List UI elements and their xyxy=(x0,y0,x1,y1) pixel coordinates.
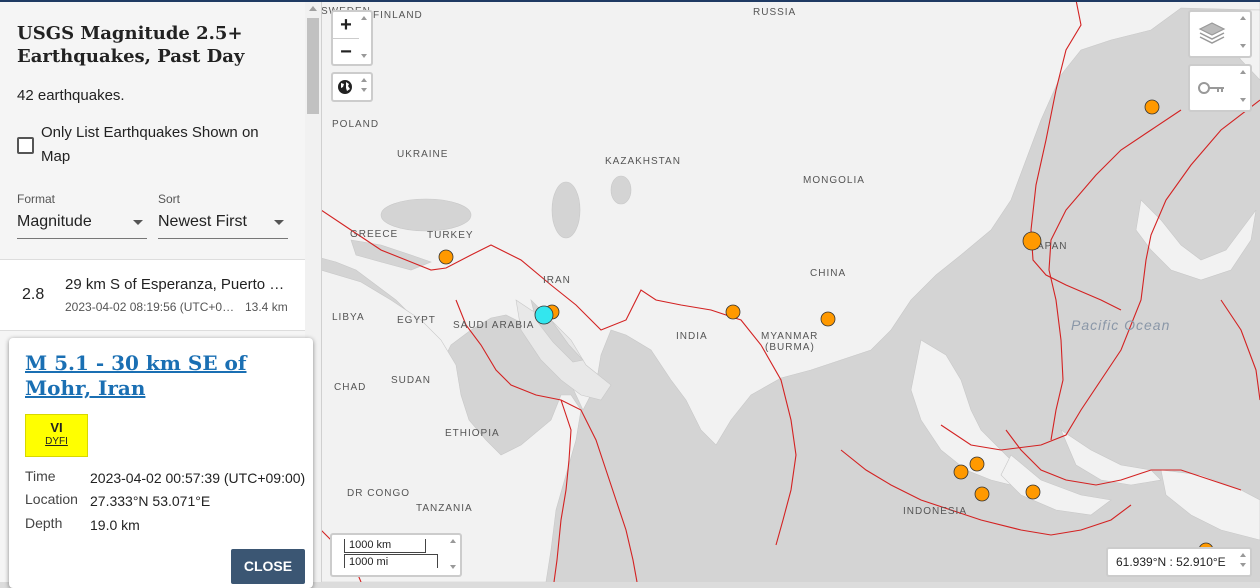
label-chad: CHAD xyxy=(334,382,366,393)
list-item[interactable]: 2.8 29 km S of Esperanza, Puerto Rico 20… xyxy=(0,260,305,331)
depth-label: Depth xyxy=(25,515,63,531)
globe-icon[interactable] xyxy=(337,79,353,95)
scale-mi: 1000 mi xyxy=(344,554,438,568)
only-shown-label[interactable]: Only List Earthquakes Shown on Map xyxy=(41,121,291,169)
scroll-down-icon[interactable] xyxy=(1240,98,1246,102)
label-turkey: TURKEY xyxy=(427,230,474,241)
format-label: Format xyxy=(17,192,56,206)
map-view[interactable]: SWEDEN FINLAND RUSSIA POLAND UKRAINE KAZ… xyxy=(321,0,1260,582)
label-china: CHINA xyxy=(810,268,846,279)
popup-title-link[interactable]: M 5.1 - 30 km SE of Mohr, Iran xyxy=(25,351,295,401)
quake-marker[interactable] xyxy=(1022,231,1042,251)
time-label: Time xyxy=(25,468,56,484)
quake-marker[interactable] xyxy=(969,456,985,472)
time-value: 2023-04-02 00:57:39 (UTC+09:00) xyxy=(90,470,306,486)
label-burma: (BURMA) xyxy=(765,342,815,353)
globe-scrollbar[interactable] xyxy=(359,74,369,100)
scale-scrollbar[interactable] xyxy=(448,535,458,575)
scroll-up-icon[interactable] xyxy=(361,16,367,20)
scroll-up-icon[interactable] xyxy=(1240,70,1246,74)
zoom-control: + − xyxy=(331,10,373,66)
globe-control[interactable] xyxy=(331,72,373,102)
coordinates-value: 61.939°N : 52.910°E xyxy=(1116,555,1226,569)
label-sudan: SUDAN xyxy=(391,375,431,386)
label-mongolia: MONGOLIA xyxy=(803,175,865,186)
quake-marker[interactable] xyxy=(1025,484,1041,500)
scroll-down-icon[interactable] xyxy=(1240,563,1246,567)
sort-label: Sort xyxy=(158,192,181,206)
label-tanzania: TANZANIA xyxy=(416,503,473,514)
zoom-out-button[interactable]: − xyxy=(333,39,359,65)
scroll-down-icon[interactable] xyxy=(361,88,367,92)
scroll-up-icon[interactable] xyxy=(1240,16,1246,20)
layers-scrollbar[interactable] xyxy=(1238,12,1248,56)
sort-value: Newest First xyxy=(158,213,247,230)
scroll-up-icon[interactable] xyxy=(450,539,456,543)
list-item-magnitude: 2.8 xyxy=(22,286,45,303)
format-value: Magnitude xyxy=(17,213,92,230)
scroll-down-icon[interactable] xyxy=(450,565,456,569)
map-canvas[interactable]: SWEDEN FINLAND RUSSIA POLAND UKRAINE KAZ… xyxy=(321,0,1260,582)
quake-marker-selected[interactable] xyxy=(534,305,554,325)
label-kazakhstan: KAZAKHSTAN xyxy=(605,156,681,167)
label-ukraine: UKRAINE xyxy=(397,149,448,160)
format-select[interactable]: Magnitude xyxy=(17,208,147,239)
key-icon[interactable] xyxy=(1198,80,1226,96)
legend-scrollbar[interactable] xyxy=(1238,66,1248,110)
scroll-down-icon[interactable] xyxy=(361,54,367,58)
scroll-down-icon[interactable] xyxy=(1240,44,1246,48)
coord-scrollbar[interactable] xyxy=(1238,549,1248,575)
scale-km: 1000 km xyxy=(344,539,426,553)
list-item-time: 2023-04-02 08:19:56 (UTC+09:00) xyxy=(65,300,235,314)
chevron-down-icon xyxy=(274,220,284,225)
dyfi-label[interactable]: DYFI xyxy=(26,436,87,447)
label-india: INDIA xyxy=(676,331,708,342)
layers-icon[interactable] xyxy=(1198,21,1226,47)
label-iran: IRAN xyxy=(543,275,571,286)
label-dr-congo: DR CONGO xyxy=(347,488,410,499)
scroll-up-icon[interactable] xyxy=(1240,553,1246,557)
only-shown-checkbox[interactable] xyxy=(17,137,34,154)
layers-control[interactable] xyxy=(1188,10,1252,58)
label-indonesia: INDONESIA xyxy=(903,506,967,517)
chevron-down-icon xyxy=(133,220,143,225)
label-ethiopia: ETHIOPIA xyxy=(445,428,500,439)
quake-marker[interactable] xyxy=(438,249,454,265)
label-myanmar: MYANMAR xyxy=(761,331,818,342)
label-poland: POLAND xyxy=(332,119,379,130)
scroll-up-icon[interactable] xyxy=(361,78,367,82)
label-libya: LIBYA xyxy=(332,312,365,323)
sort-select[interactable]: Newest First xyxy=(158,208,288,239)
earthquake-popup: M 5.1 - 30 km SE of Mohr, Iran VI DYFI T… xyxy=(9,338,313,588)
panel-title: USGS Magnitude 2.5+ Earthquakes, Past Da… xyxy=(17,23,245,67)
location-label: Location xyxy=(25,491,78,507)
dyfi-intensity: VI xyxy=(50,420,63,435)
label-russia: RUSSIA xyxy=(753,7,796,18)
cursor-coordinates: 61.939°N : 52.910°E xyxy=(1106,547,1252,577)
location-value: 27.333°N 53.071°E xyxy=(90,493,211,509)
zoom-scrollbar[interactable] xyxy=(359,12,369,64)
label-finland: FINLAND xyxy=(373,10,423,21)
label-egypt: EGYPT xyxy=(397,315,436,326)
zoom-in-button[interactable]: + xyxy=(333,12,359,38)
earthquake-count: 42 earthquakes. xyxy=(17,87,125,104)
quake-marker[interactable] xyxy=(974,486,990,502)
label-greece: GREECE xyxy=(350,229,398,240)
quake-marker[interactable] xyxy=(820,311,836,327)
scroll-up-icon[interactable] xyxy=(309,6,317,11)
legend-control[interactable] xyxy=(1188,64,1252,112)
dyfi-badge[interactable]: VI DYFI xyxy=(25,414,88,457)
close-button[interactable]: CLOSE xyxy=(231,549,305,584)
scale-bar: 1000 km 1000 mi xyxy=(330,533,462,577)
top-border xyxy=(0,0,1260,2)
scroll-thumb[interactable] xyxy=(307,18,319,114)
quake-marker[interactable] xyxy=(1144,99,1160,115)
quake-marker[interactable] xyxy=(953,464,969,480)
label-pacific-ocean: Pacific Ocean xyxy=(1071,317,1170,333)
list-item-depth: 13.4 km xyxy=(245,300,288,314)
list-item-place: 29 km S of Esperanza, Puerto Rico xyxy=(65,276,290,293)
depth-value: 19.0 km xyxy=(90,517,140,533)
quake-marker[interactable] xyxy=(725,304,741,320)
label-saudi-arabia: SAUDI ARABIA xyxy=(453,320,534,331)
